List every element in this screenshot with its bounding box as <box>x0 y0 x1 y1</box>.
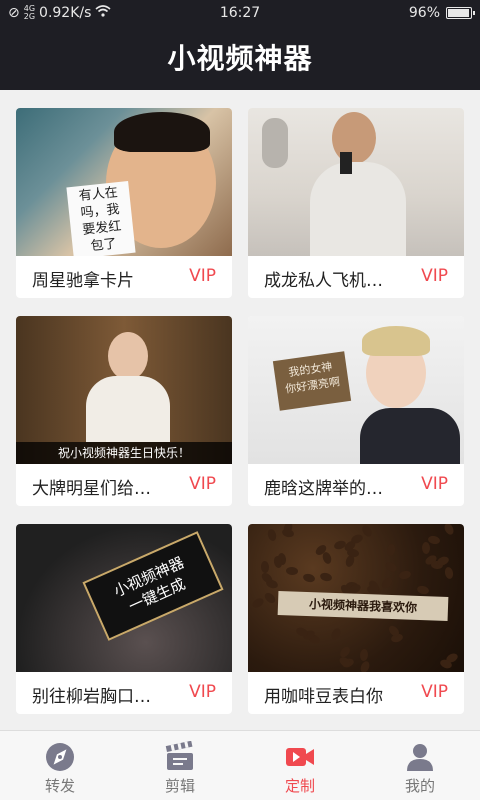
template-thumbnail: 小视频神器 一键生成 <box>16 524 232 672</box>
coffee-bean <box>397 570 412 581</box>
tab-label: 定制 <box>284 777 315 795</box>
template-thumbnail: 祝小视频神器生日快乐！ <box>16 316 232 464</box>
coffee-bean <box>386 543 397 557</box>
coffee-bean <box>329 627 343 642</box>
coffee-bean <box>285 566 299 576</box>
template-thumbnail: 小视频神器我喜欢你 <box>248 524 464 672</box>
template-thumbnail <box>248 108 464 256</box>
vip-badge: VIP <box>421 474 448 494</box>
status-right: 96% <box>408 5 475 21</box>
thumbnail-body <box>86 376 170 442</box>
coffee-bean <box>346 547 360 558</box>
coffee-bean <box>416 584 430 595</box>
thumbnail-hair <box>114 112 210 152</box>
coffee-bean <box>281 527 296 539</box>
template-grid[interactable]: 有人在 吗，我 要发红 包了 周星驰拿卡片 VIP 成龙私人飞机… VIP 祝小… <box>0 90 480 730</box>
vip-badge: VIP <box>189 266 216 286</box>
status-bar: ⊘ 4G 2G 0.92K/s 16:27 96% <box>0 0 480 28</box>
tab-label: 剪辑 <box>164 777 195 795</box>
thumbnail-phone <box>340 152 352 174</box>
coffee-bean <box>379 575 395 590</box>
tab-label: 转发 <box>44 777 75 795</box>
template-card[interactable]: 我的女神 你好漂亮啊 鹿晗这牌举的… VIP <box>248 316 464 506</box>
thumbnail-body <box>360 408 460 464</box>
coffee-bean <box>359 659 372 672</box>
bottom-tab-bar: 转发 剪辑 定制 我的 <box>0 730 480 800</box>
template-card[interactable]: 成龙私人飞机… VIP <box>248 108 464 298</box>
coffee-bean <box>442 524 456 537</box>
thumbnail-hair <box>362 326 430 356</box>
thumbnail-card-caption: 小视频神器 一键生成 <box>110 553 189 616</box>
thumbnail-window <box>262 118 288 168</box>
battery-icon <box>446 7 475 19</box>
vip-badge: VIP <box>189 474 216 494</box>
page-title: 小视频神器 <box>167 42 313 75</box>
template-title: 用咖啡豆表白你 <box>264 687 383 707</box>
template-card[interactable]: 小视频神器 一键生成 别往柳岩胸口… VIP <box>16 524 232 714</box>
thumbnail-sign-text: 我的女神 你好漂亮啊 <box>284 360 341 396</box>
coffee-bean <box>350 533 365 545</box>
template-title: 别往柳岩胸口… <box>32 687 151 707</box>
coffee-bean <box>262 590 277 605</box>
thumbnail-banner: 小视频神器我喜欢你 <box>277 591 449 621</box>
coffee-bean <box>266 527 278 542</box>
coffee-bean <box>421 542 431 555</box>
tab-label: 我的 <box>404 777 435 795</box>
template-title: 周星驰拿卡片 <box>32 271 134 291</box>
clapperboard-icon <box>165 741 193 770</box>
coffee-bean <box>260 560 269 574</box>
template-title: 大牌明星们给… <box>32 479 151 499</box>
thumbnail-caption: 祝小视频神器生日快乐！ <box>16 442 232 464</box>
tab-forward[interactable]: 转发 <box>0 731 120 800</box>
video-camera-icon <box>286 748 314 766</box>
template-title: 鹿晗这牌举的… <box>264 479 383 499</box>
template-thumbnail: 我的女神 你好漂亮啊 <box>248 316 464 464</box>
battery-level <box>448 9 470 17</box>
thumbnail-sign: 有人在 吗，我 要发红 包了 <box>66 180 136 256</box>
compass-icon <box>46 743 74 771</box>
coffee-bean <box>318 571 333 583</box>
vip-badge: VIP <box>421 266 448 286</box>
template-card[interactable]: 小视频神器我喜欢你 用咖啡豆表白你 VIP <box>248 524 464 714</box>
thumbnail-card-text: 小视频神器 一键生成 <box>82 531 224 641</box>
person-icon <box>407 744 433 771</box>
coffee-bean <box>301 573 316 584</box>
tab-profile[interactable]: 我的 <box>360 731 480 800</box>
tab-customize[interactable]: 定制 <box>240 731 360 800</box>
thumbnail-figure <box>332 112 376 164</box>
coffee-bean <box>443 566 455 581</box>
template-title: 成龙私人飞机… <box>264 271 383 291</box>
thumbnail-figure <box>108 332 148 380</box>
template-card[interactable]: 有人在 吗，我 要发红 包了 周星驰拿卡片 VIP <box>16 108 232 298</box>
coffee-bean <box>359 648 369 662</box>
tab-edit[interactable]: 剪辑 <box>120 731 240 800</box>
thumbnail-body <box>310 162 406 256</box>
vip-badge: VIP <box>189 682 216 702</box>
thumbnail-sign-text: 有人在 吗，我 要发红 包了 <box>78 185 123 255</box>
template-card[interactable]: 祝小视频神器生日快乐！ 大牌明星们给… VIP <box>16 316 232 506</box>
battery-percent: 96% <box>408 5 440 21</box>
thumbnail-sign: 我的女神 你好漂亮啊 <box>272 351 352 411</box>
coffee-bean <box>383 560 399 574</box>
coffee-bean <box>251 596 266 610</box>
app-header: 小视频神器 <box>0 28 480 90</box>
vip-badge: VIP <box>421 682 448 702</box>
template-thumbnail: 有人在 吗，我 要发红 包了 <box>16 108 232 256</box>
